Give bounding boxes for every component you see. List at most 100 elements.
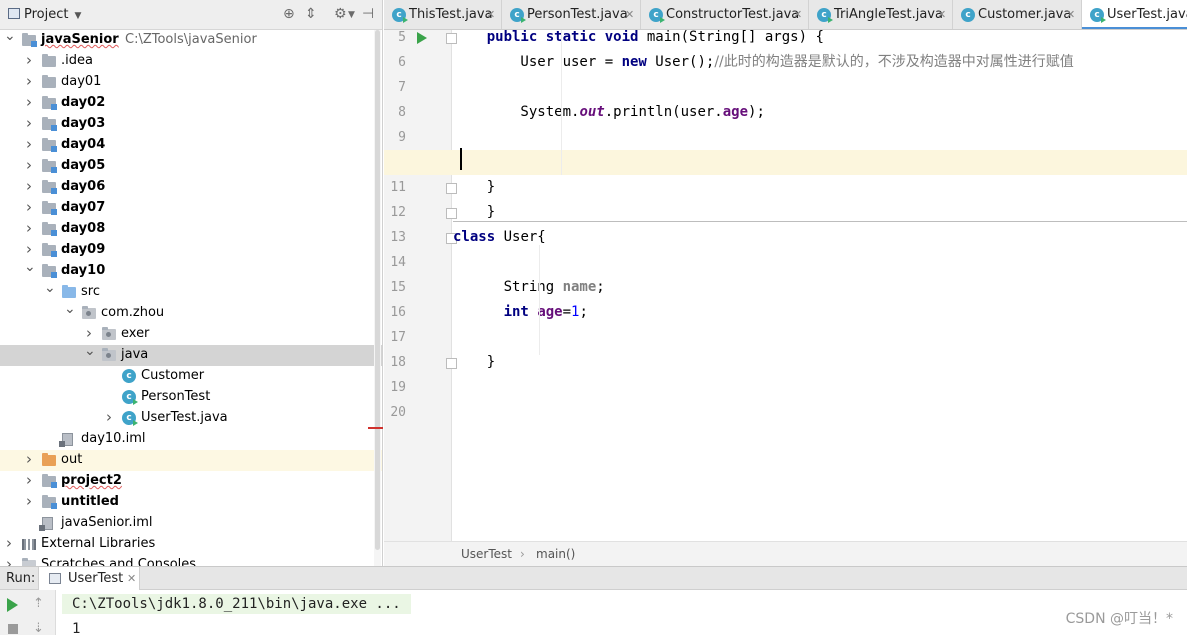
code-token: class xyxy=(453,229,496,245)
tree-item[interactable]: ⌄ com.zhou xyxy=(0,302,382,324)
editor-tab[interactable]: c TriAngleTest.java ✕ xyxy=(809,0,953,29)
close-icon[interactable]: ✕ xyxy=(937,8,946,21)
code-token: public static void xyxy=(486,30,639,45)
gear-icon[interactable]: ⚙ xyxy=(334,6,347,22)
editor-tab[interactable]: c ThisTest.java ✕ xyxy=(384,0,502,29)
tree-item[interactable]: › day07 xyxy=(0,198,382,219)
arrow-up-icon[interactable]: ⇡ xyxy=(33,596,44,611)
chevron-right-icon[interactable]: › xyxy=(24,116,34,131)
tree-item[interactable]: › day08 xyxy=(0,219,382,240)
code-editor[interactable]: 567891011121314151617181920 public stati… xyxy=(384,30,1187,541)
close-icon[interactable]: ✕ xyxy=(486,8,495,21)
chevron-right-icon[interactable]: › xyxy=(24,494,34,509)
tree-item[interactable]: ⌄ java xyxy=(0,344,382,366)
code-token: new xyxy=(621,54,647,70)
tree-item[interactable]: javaSenior.iml xyxy=(0,513,382,534)
tree-item[interactable]: › day03 xyxy=(0,114,382,135)
tree-item[interactable]: › day01 xyxy=(0,72,382,93)
chevron-right-icon[interactable]: › xyxy=(24,452,34,467)
scrollbar-thumb[interactable] xyxy=(375,30,380,550)
chevron-down-icon[interactable]: ⌄ xyxy=(84,344,96,358)
editor-tab-label: ConstructorTest.java xyxy=(666,7,800,22)
module-folder-icon xyxy=(42,96,57,110)
tree-item[interactable]: › project2 xyxy=(0,471,382,492)
tree-item[interactable]: › Scratches and Consoles xyxy=(0,555,382,567)
code-token: age xyxy=(537,304,563,320)
run-tab[interactable]: UserTest ✕ xyxy=(38,567,140,591)
module-folder-icon xyxy=(42,474,57,488)
indent-guide xyxy=(561,30,562,175)
chevron-right-icon[interactable]: › xyxy=(24,179,34,194)
chevron-down-icon[interactable]: ⌄ xyxy=(44,281,56,295)
tree-item-label: day05 xyxy=(61,158,106,173)
close-icon[interactable]: ✕ xyxy=(793,8,802,21)
chevron-down-icon[interactable]: ⌄ xyxy=(4,29,16,43)
tree-item[interactable]: › .idea xyxy=(0,51,382,72)
tree-item-label: javaSenior.iml xyxy=(61,515,153,530)
tree-item[interactable]: › day09 xyxy=(0,240,382,261)
close-icon[interactable]: ✕ xyxy=(1066,8,1075,21)
chevron-right-icon[interactable]: › xyxy=(84,326,94,341)
output-folder-icon xyxy=(42,453,56,466)
hide-panel-icon[interactable]: ⊣ xyxy=(362,6,374,22)
tree-item-label: project2 xyxy=(61,473,122,488)
tree-item-label: javaSenior xyxy=(41,32,119,47)
chevron-right-icon[interactable]: › xyxy=(24,53,34,68)
collapse-all-icon[interactable]: ⇕ xyxy=(305,6,317,22)
editor-tab[interactable]: c UserTest.java xyxy=(1082,0,1187,29)
stop-icon[interactable] xyxy=(8,624,18,634)
editor-tab[interactable]: c ConstructorTest.java ✕ xyxy=(641,0,809,29)
editor-gutter: 567891011121314151617181920 xyxy=(384,30,457,541)
chevron-right-icon[interactable]: › xyxy=(4,536,14,551)
chevron-right-icon[interactable]: › xyxy=(24,158,34,173)
tree-item[interactable]: day10.iml xyxy=(0,429,382,450)
tree-item[interactable]: ⌄ javaSenior C:\ZTools\javaSenior xyxy=(0,29,382,51)
code-line: int age=1; xyxy=(453,300,1187,325)
breadcrumb-method[interactable]: main() xyxy=(536,547,575,561)
code-area[interactable]: public static void main(String[] args) {… xyxy=(384,30,1187,541)
chevron-right-icon[interactable]: › xyxy=(24,242,34,257)
arrow-down-icon[interactable]: ⇣ xyxy=(33,621,44,635)
editor-tab[interactable]: c PersonTest.java ✕ xyxy=(502,0,641,29)
tree-item[interactable]: › day04 xyxy=(0,135,382,156)
tree-item[interactable]: › c UserTest.java xyxy=(0,408,382,429)
tree-item[interactable]: › exer xyxy=(0,324,382,345)
tree-item[interactable]: ⌄ day10 xyxy=(0,260,382,282)
tree-item[interactable]: › External Libraries xyxy=(0,534,382,555)
breadcrumb: UserTest › main() xyxy=(384,541,1187,566)
chevron-down-icon[interactable]: ⌄ xyxy=(64,302,76,316)
editor-tab-label: Customer.java xyxy=(978,7,1072,22)
project-view-selector[interactable]: Project ▼ xyxy=(8,7,81,22)
close-icon[interactable]: ✕ xyxy=(127,572,136,585)
tree-item[interactable]: › day06 xyxy=(0,177,382,198)
editor-tab[interactable]: c Customer.java ✕ xyxy=(953,0,1082,29)
chevron-down-icon[interactable]: ⌄ xyxy=(24,260,36,274)
chevron-right-icon[interactable]: › xyxy=(24,95,34,110)
tree-item[interactable]: ⌄ src xyxy=(0,281,382,303)
project-scrollbar[interactable] xyxy=(374,30,381,566)
code-line: class User{ xyxy=(453,225,1187,250)
tree-item[interactable]: c Customer xyxy=(0,366,382,387)
locate-icon[interactable]: ⊕ xyxy=(283,6,295,22)
run-gutter-icon[interactable] xyxy=(417,32,427,44)
breadcrumb-file[interactable]: UserTest xyxy=(461,547,512,561)
tree-item[interactable]: › untitled xyxy=(0,492,382,513)
chevron-right-icon[interactable]: › xyxy=(24,137,34,152)
rerun-icon[interactable] xyxy=(7,598,18,612)
chevron-right-icon[interactable]: › xyxy=(24,221,34,236)
chevron-right-icon[interactable]: › xyxy=(24,74,34,89)
tree-item[interactable]: › day05 xyxy=(0,156,382,177)
tree-item[interactable]: › day02 xyxy=(0,93,382,114)
chevron-right-icon[interactable]: › xyxy=(24,473,34,488)
editor-tabs: c ThisTest.java ✕ c PersonTest.java ✕ c Constru… xyxy=(384,0,1187,30)
code-token: .println(user. xyxy=(604,104,723,120)
chevron-right-icon[interactable]: › xyxy=(104,410,114,425)
tree-item[interactable]: c PersonTest xyxy=(0,387,382,408)
close-icon[interactable]: ✕ xyxy=(625,8,634,21)
chevron-down-icon[interactable]: ▼ xyxy=(348,10,355,20)
chevron-right-icon[interactable]: › xyxy=(4,557,14,567)
chevron-right-icon[interactable]: › xyxy=(24,200,34,215)
tree-item[interactable]: › out xyxy=(0,450,382,471)
